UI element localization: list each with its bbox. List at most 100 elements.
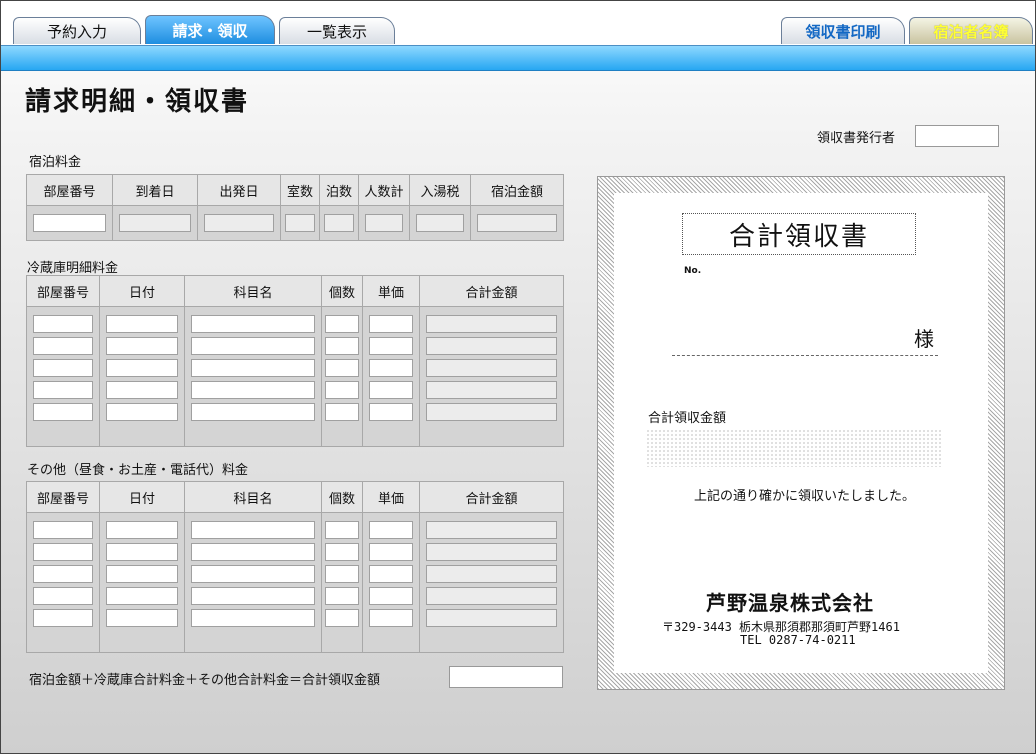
fridge-total-input[interactable] bbox=[426, 315, 557, 333]
fridge-header: 科目名 bbox=[184, 275, 322, 307]
stay-bath-tax-input[interactable] bbox=[416, 214, 464, 232]
other-header: 個数 bbox=[321, 481, 363, 513]
tab-underline-bar bbox=[1, 45, 1035, 71]
other-price-input[interactable] bbox=[369, 609, 413, 627]
fridge-qty-input[interactable] bbox=[325, 359, 359, 377]
other-total-input[interactable] bbox=[426, 543, 557, 561]
stay-arrival-input[interactable] bbox=[119, 214, 191, 232]
fridge-total-input[interactable] bbox=[426, 337, 557, 355]
stay-header: 部屋番号 bbox=[26, 174, 113, 206]
other-price-input[interactable] bbox=[369, 543, 413, 561]
tab-guest-register[interactable]: 宿泊者名簿 bbox=[909, 17, 1033, 44]
fridge-total-input[interactable] bbox=[426, 403, 557, 421]
stay-rooms-input[interactable] bbox=[285, 214, 315, 232]
fridge-item-input[interactable] bbox=[191, 403, 315, 421]
tab-receipt-print[interactable]: 領収書印刷 bbox=[781, 17, 905, 44]
receipt-paper: 合計領収書 No. 様 合計領収金額 上記の通り確かに領収いたしました。 芦野温… bbox=[614, 193, 988, 673]
other-fee-label: その他（昼食・お土産・電話代）料金 bbox=[27, 463, 249, 478]
other-item-input[interactable] bbox=[191, 565, 315, 583]
fridge-room-input[interactable] bbox=[33, 315, 93, 333]
fridge-room-input[interactable] bbox=[33, 337, 93, 355]
stay-amount-input[interactable] bbox=[477, 214, 557, 232]
tab-label: 予約入力 bbox=[46, 22, 107, 41]
other-price-input[interactable] bbox=[369, 521, 413, 539]
fridge-date-input[interactable] bbox=[106, 381, 178, 399]
stay-room-input[interactable] bbox=[33, 214, 106, 232]
other-item-input[interactable] bbox=[191, 587, 315, 605]
fridge-header: 日付 bbox=[99, 275, 185, 307]
fridge-header: 合計金額 bbox=[419, 275, 564, 307]
fridge-qty-input[interactable] bbox=[325, 403, 359, 421]
tab-bar: 予約入力 請求・領収 一覧表示 領収書印刷 宿泊者名簿 bbox=[1, 1, 1035, 45]
issuer-input[interactable] bbox=[915, 125, 999, 147]
fridge-fee-table: 部屋番号 日付 科目名 個数 単価 合計金額 bbox=[26, 275, 564, 447]
receipt-amount-label: 合計領収金額 bbox=[648, 411, 727, 426]
other-date-input[interactable] bbox=[106, 565, 178, 583]
tab-list-view[interactable]: 一覧表示 bbox=[279, 17, 395, 44]
other-qty-input[interactable] bbox=[325, 521, 359, 539]
stay-header: 人数計 bbox=[358, 174, 410, 206]
other-item-input[interactable] bbox=[191, 543, 315, 561]
other-total-input[interactable] bbox=[426, 587, 557, 605]
fridge-price-input[interactable] bbox=[369, 359, 413, 377]
other-price-input[interactable] bbox=[369, 565, 413, 583]
other-date-input[interactable] bbox=[106, 609, 178, 627]
company-name: 芦野温泉株式会社 bbox=[706, 591, 874, 615]
other-date-input[interactable] bbox=[106, 543, 178, 561]
other-qty-input[interactable] bbox=[325, 565, 359, 583]
other-header: 単価 bbox=[362, 481, 420, 513]
fridge-qty-input[interactable] bbox=[325, 315, 359, 333]
fridge-date-input[interactable] bbox=[106, 337, 178, 355]
other-qty-input[interactable] bbox=[325, 543, 359, 561]
tab-billing-receipt[interactable]: 請求・領収 bbox=[145, 15, 275, 44]
other-room-input[interactable] bbox=[33, 609, 93, 627]
receipt-message: 上記の通り確かに領収いたしました。 bbox=[694, 489, 916, 504]
fridge-item-input[interactable] bbox=[191, 315, 315, 333]
grand-total-input[interactable] bbox=[449, 666, 563, 688]
fridge-room-input[interactable] bbox=[33, 381, 93, 399]
tab-label: 宿泊者名簿 bbox=[933, 22, 1009, 41]
other-total-input[interactable] bbox=[426, 521, 557, 539]
other-room-input[interactable] bbox=[33, 587, 93, 605]
stay-nights-input[interactable] bbox=[324, 214, 354, 232]
stay-departure-input[interactable] bbox=[204, 214, 274, 232]
fridge-date-input[interactable] bbox=[106, 359, 178, 377]
stay-fee-table: 部屋番号 到着日 出発日 室数 泊数 人数計 入湯税 宿泊金額 bbox=[26, 174, 564, 241]
fridge-qty-input[interactable] bbox=[325, 337, 359, 355]
fridge-price-input[interactable] bbox=[369, 337, 413, 355]
receipt-preview: 合計領収書 No. 様 合計領収金額 上記の通り確かに領収いたしました。 芦野温… bbox=[597, 176, 1005, 690]
fridge-price-input[interactable] bbox=[369, 403, 413, 421]
fridge-price-input[interactable] bbox=[369, 315, 413, 333]
other-room-input[interactable] bbox=[33, 565, 93, 583]
fridge-item-input[interactable] bbox=[191, 337, 315, 355]
page-title: 請求明細・領収書 bbox=[25, 87, 250, 117]
tab-label: 一覧表示 bbox=[306, 22, 367, 41]
fridge-date-input[interactable] bbox=[106, 315, 178, 333]
other-room-input[interactable] bbox=[33, 543, 93, 561]
other-date-input[interactable] bbox=[106, 521, 178, 539]
other-room-input[interactable] bbox=[33, 521, 93, 539]
other-date-input[interactable] bbox=[106, 587, 178, 605]
fridge-qty-input[interactable] bbox=[325, 381, 359, 399]
fridge-room-input[interactable] bbox=[33, 403, 93, 421]
stay-persons-input[interactable] bbox=[365, 214, 403, 232]
fridge-date-input[interactable] bbox=[106, 403, 178, 421]
other-qty-input[interactable] bbox=[325, 587, 359, 605]
other-item-input[interactable] bbox=[191, 521, 315, 539]
tab-reservation-entry[interactable]: 予約入力 bbox=[13, 17, 141, 44]
fridge-total-input[interactable] bbox=[426, 381, 557, 399]
receipt-amount-box bbox=[646, 429, 942, 467]
fridge-price-input[interactable] bbox=[369, 381, 413, 399]
other-total-input[interactable] bbox=[426, 565, 557, 583]
tab-label: 請求・領収 bbox=[172, 21, 248, 40]
other-fee-table: 部屋番号 日付 科目名 個数 単価 合計金額 bbox=[26, 481, 564, 653]
other-price-input[interactable] bbox=[369, 587, 413, 605]
fridge-room-input[interactable] bbox=[33, 359, 93, 377]
stay-fee-label: 宿泊料金 bbox=[29, 155, 82, 170]
fridge-item-input[interactable] bbox=[191, 359, 315, 377]
other-item-input[interactable] bbox=[191, 609, 315, 627]
other-total-input[interactable] bbox=[426, 609, 557, 627]
fridge-item-input[interactable] bbox=[191, 381, 315, 399]
fridge-total-input[interactable] bbox=[426, 359, 557, 377]
other-qty-input[interactable] bbox=[325, 609, 359, 627]
